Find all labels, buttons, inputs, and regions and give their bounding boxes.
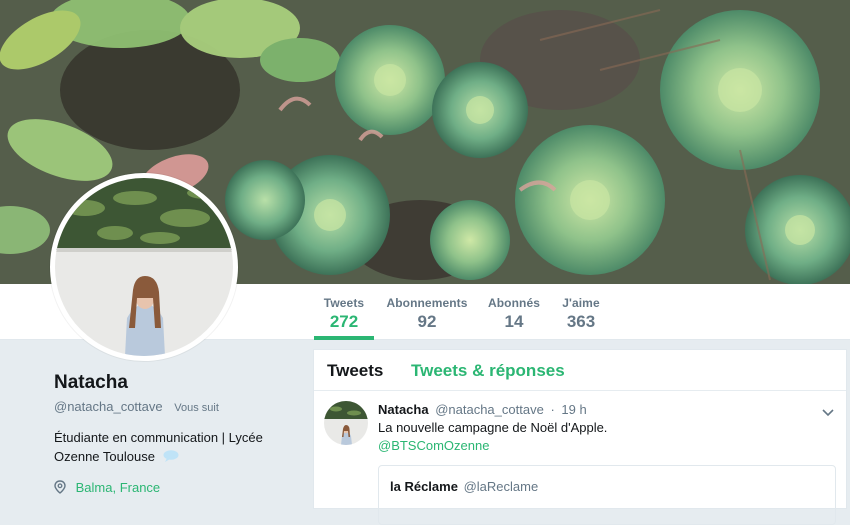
nav-tweets[interactable]: Tweets 272 [314,284,374,340]
nav-followers-label: Abonnés [487,296,541,310]
follows-you-badge: Vous suit [174,402,219,414]
tweet-author-handle[interactable]: @natacha_cottave [435,402,544,417]
nav-likes-count: 363 [566,312,596,331]
timeline-tabs: Tweets Tweets & réponses [314,350,846,391]
nav-tweets-count: 272 [329,312,359,331]
chevron-down-icon[interactable] [822,404,834,422]
profile-location: Balma, France [54,480,294,497]
tweet-text: La nouvelle campagne de Noël d'Apple. @B… [378,419,607,455]
tab-tweets[interactable]: Tweets [327,361,383,381]
speech-bubble-icon [163,448,179,467]
nav-following-count: 92 [417,312,437,331]
tweet-timestamp[interactable]: 19 h [561,402,586,417]
quoted-author-name: la Réclame [390,479,458,494]
quoted-author-handle: @laReclame [463,479,539,494]
profile-avatar[interactable] [50,173,238,361]
tweet-mention[interactable]: @BTSComOzenne [378,437,607,455]
profile-name[interactable]: Natacha [54,372,294,394]
profile-bio: Étudiante en communication | Lycée Ozenn… [54,428,284,467]
profile-bio-text: Étudiante en communication | Lycée Ozenn… [54,430,263,464]
profile-card: Natacha @natacha_cottave Vous suit Étudi… [54,372,294,497]
avatar-person-image [55,178,233,356]
location-pin-icon [54,480,66,497]
nav-tweets-label: Tweets [323,296,365,310]
tweet-avatar[interactable] [324,401,368,445]
quoted-tweet-header: la Réclame @laReclame [390,479,538,494]
nav-following-label: Abonnements [386,296,468,310]
profile-handle[interactable]: @natacha_cottave [54,399,163,414]
tweet-header: Natacha @natacha_cottave · 19 h [378,402,587,417]
nav-followers-count: 14 [504,312,524,331]
timeline: Tweets Tweets & réponses Natacha @natach… [313,349,847,525]
tweet-author-name[interactable]: Natacha [378,402,429,417]
tweet-body: La nouvelle campagne de Noël d'Apple. [378,420,608,435]
tab-tweets-and-replies[interactable]: Tweets & réponses [411,361,565,381]
nav-likes-label: J'aime [562,296,600,310]
tweet-separator: · [550,402,555,417]
quoted-tweet[interactable]: la Réclame @laReclame [378,465,836,525]
nav-likes[interactable]: J'aime 363 [558,284,604,339]
avatar-photo [55,178,233,356]
tweet[interactable]: Natacha @natacha_cottave · 19 h La nouve… [314,391,846,525]
nav-following[interactable]: Abonnements 92 [386,284,468,339]
profile-handle-row: @natacha_cottave Vous suit [54,399,294,414]
nav-followers[interactable]: Abonnés 14 [486,284,542,339]
